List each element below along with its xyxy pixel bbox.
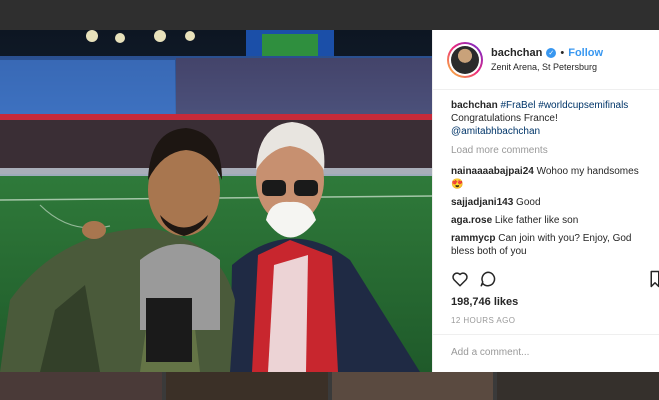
comment-item: rammycp Can join with you? Enjoy, God bl… bbox=[451, 232, 645, 258]
background-thumbnail bbox=[497, 372, 659, 400]
post-side-panel: bachchan ✓ • Follow Zenit Arena, St Pete… bbox=[432, 30, 659, 372]
caption-username[interactable]: bachchan bbox=[451, 100, 498, 111]
caption-text: Congratulations France! bbox=[451, 113, 558, 124]
verified-badge-icon: ✓ bbox=[546, 48, 557, 58]
comment-item: nainaaaabajpai24 Wohoo my handsomes 😍 bbox=[451, 165, 645, 191]
caption-mention[interactable]: @amitabhbachchan bbox=[451, 126, 540, 137]
heart-icon[interactable] bbox=[451, 270, 469, 288]
comments-section: bachchan #FraBel #worldcupsemifinals Con… bbox=[433, 90, 659, 258]
post-photo bbox=[0, 30, 432, 372]
post-caption: bachchan #FraBel #worldcupsemifinals Con… bbox=[451, 99, 645, 138]
comment-item: sajjadjani143 Good bbox=[451, 196, 645, 209]
avatar[interactable] bbox=[447, 41, 483, 78]
comment-text: Good bbox=[516, 197, 541, 208]
comment-text: Like father like son bbox=[494, 215, 579, 226]
post-timestamp[interactable]: 12 HOURS AGO bbox=[451, 316, 515, 325]
follow-button[interactable]: Follow bbox=[568, 47, 603, 59]
background-strip-bottom bbox=[0, 372, 659, 400]
comment-username[interactable]: rammycp bbox=[451, 233, 495, 244]
caption-hashtags[interactable]: #FraBel #worldcupsemifinals bbox=[500, 100, 628, 111]
stadium-selfie-image bbox=[0, 30, 432, 372]
bookmark-icon[interactable] bbox=[649, 270, 659, 288]
background-strip-top bbox=[0, 0, 659, 30]
load-more-comments-link[interactable]: Load more comments bbox=[451, 144, 645, 157]
comment-item: aga.rose Like father like son bbox=[451, 214, 645, 227]
background-thumbnail bbox=[0, 372, 162, 400]
comment-username[interactable]: sajjadjani143 bbox=[451, 197, 513, 208]
instagram-post-overlay: bachchan ✓ • Follow Zenit Arena, St Pete… bbox=[0, 0, 659, 400]
comment-username[interactable]: nainaaaabajpai24 bbox=[451, 166, 534, 177]
background-thumbnail bbox=[165, 372, 328, 400]
add-comment-input[interactable]: Add a comment... bbox=[433, 334, 659, 372]
post-location[interactable]: Zenit Arena, St Petersburg bbox=[491, 62, 603, 72]
post-author-username[interactable]: bachchan bbox=[491, 47, 542, 59]
comment-bubble-icon[interactable] bbox=[479, 270, 497, 288]
post-header: bachchan ✓ • Follow Zenit Arena, St Pete… bbox=[433, 30, 659, 90]
post-actions bbox=[451, 270, 659, 290]
comment-username[interactable]: aga.rose bbox=[451, 215, 492, 226]
likes-count[interactable]: 198,746 likes bbox=[451, 296, 518, 308]
separator-dot: • bbox=[560, 47, 565, 59]
background-thumbnail bbox=[331, 372, 494, 400]
